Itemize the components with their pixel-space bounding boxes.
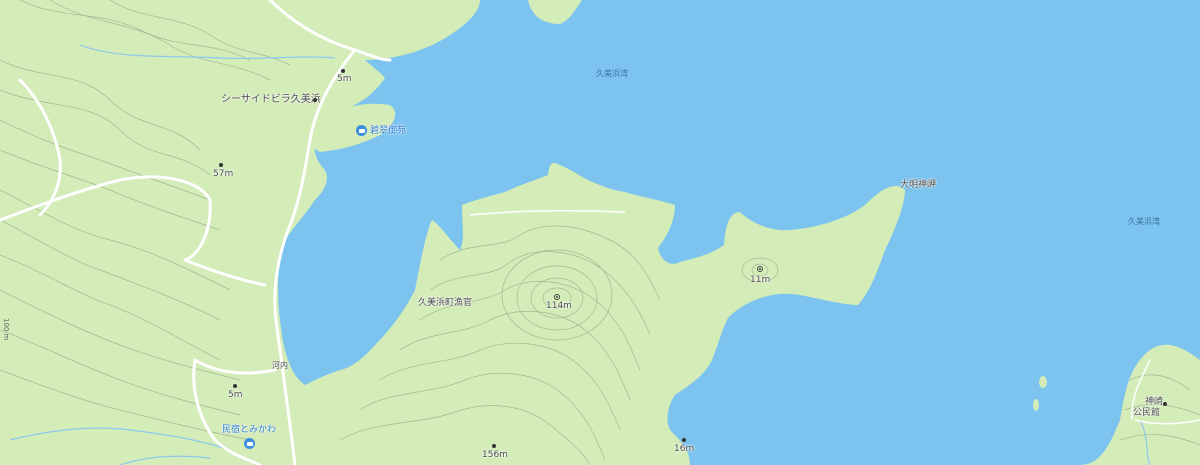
elevation-label-6: 156m xyxy=(482,450,508,460)
place-marker xyxy=(1163,402,1167,406)
water-label-north: 久美浜湾 xyxy=(596,69,628,78)
hotel-icon[interactable] xyxy=(356,125,367,136)
elevation-marker xyxy=(492,444,496,448)
elevation-marker xyxy=(233,384,237,388)
road-label: 100 m xyxy=(2,318,10,341)
place-hydro-obs[interactable]: 久美浜町漁官 xyxy=(418,299,472,308)
water-label-east: 久美浜湾 xyxy=(1128,217,1160,226)
elevation-label-1: 5m xyxy=(337,74,352,84)
elevation-label-5: 5m xyxy=(228,390,243,400)
elevation-label-4: 11m xyxy=(750,275,771,285)
elevation-marker xyxy=(341,69,345,73)
elevation-marker xyxy=(682,438,686,442)
lodging-icon[interactable] xyxy=(244,438,255,449)
place-kanzaki-2[interactable]: 公民館 xyxy=(1133,409,1160,418)
bay-water xyxy=(277,0,1200,465)
place-kochi[interactable]: 河内 xyxy=(272,362,288,370)
elevation-marker xyxy=(219,163,223,167)
islet-small-2 xyxy=(1033,399,1039,411)
summit-marker xyxy=(757,266,763,272)
place-seaside-villa[interactable]: シーサイドビラ久美浜 xyxy=(221,95,321,105)
place-marker xyxy=(313,98,317,102)
place-minshuku[interactable]: 民宿とみかわ xyxy=(222,426,276,435)
place-daimyo-jinja-cape[interactable]: 大明神岬 xyxy=(900,181,936,190)
place-hisui-gyoen[interactable]: 碧翠御苑 xyxy=(370,127,406,136)
elevation-label-2: 57m xyxy=(213,169,234,179)
map-view[interactable]: 久美浜湾 久美浜湾 5m シーサイドビラ久美浜 碧翠御苑 57m 大明神岬 11… xyxy=(0,0,1200,465)
islet-small-1 xyxy=(1039,376,1047,388)
elevation-label-7: 16m xyxy=(674,444,695,454)
summit-marker xyxy=(554,294,560,300)
place-kanzaki-1[interactable]: 神崎 xyxy=(1145,398,1163,407)
elevation-label-3: 114m xyxy=(546,301,572,311)
